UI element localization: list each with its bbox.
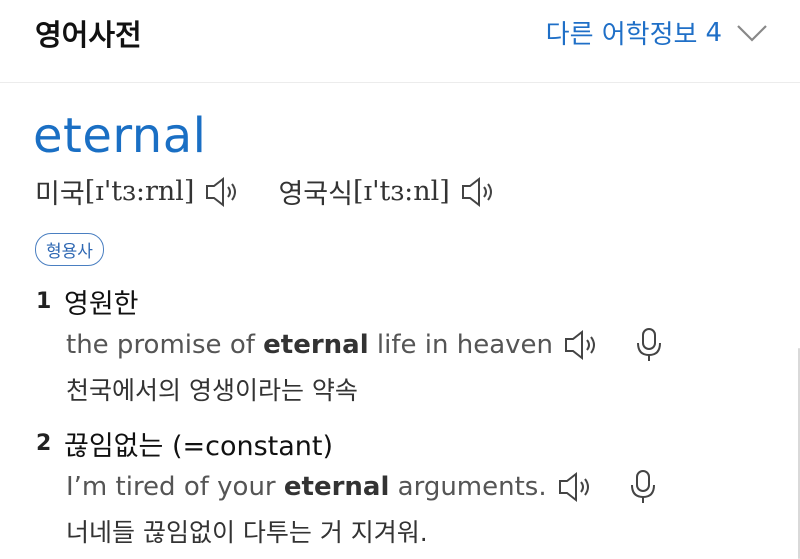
- sense-item: 1 영원한 the promise of eternal life in hea…: [36, 282, 663, 407]
- example-text: the promise of eternal life in heaven: [66, 330, 554, 360]
- other-language-info-label: 다른 어학정보: [545, 20, 698, 50]
- example-text: I’m tired of your eternal arguments.: [66, 472, 547, 502]
- sense-meaning: 끊임없는 (=constant): [64, 431, 334, 462]
- chevron-down-icon: [737, 24, 767, 42]
- sense-meaning: 영원한: [64, 289, 139, 320]
- example-highlight: eternal: [283, 472, 390, 502]
- sense-item: 2 끊임없는 (=constant) I’m tired of your ete…: [36, 424, 657, 549]
- speaker-icon[interactable]: [204, 175, 240, 209]
- sense-number: 2: [36, 431, 52, 456]
- example-sentence: I’m tired of your eternal arguments.: [66, 469, 657, 505]
- other-language-info-dropdown[interactable]: 다른 어학정보 4: [546, 14, 768, 51]
- pronunciation-row: 미국 [ɪ'tɜ:rnl] 영국식 [ɪ'tɜ:nl]: [35, 172, 496, 211]
- pronunciation-us-label: 미국: [35, 179, 85, 210]
- app-header: 영어사전 다른 어학정보 4: [0, 0, 800, 83]
- pronunciation-uk-label: 영국식: [278, 179, 353, 210]
- example-translation: 너네들 끊임없이 다투는 거 지겨워.: [66, 518, 428, 547]
- other-language-info-count: 4: [705, 17, 722, 48]
- pronunciation-uk: 영국식 [ɪ'tɜ:nl]: [278, 172, 495, 211]
- entry-word: eternal: [33, 108, 207, 164]
- pronunciation-us-ipa: [ɪ'tɜ:rnl]: [84, 176, 195, 207]
- sense-head: 1 영원한: [36, 282, 663, 321]
- sense-head: 2 끊임없는 (=constant): [36, 424, 657, 463]
- speaker-icon[interactable]: [460, 175, 496, 209]
- microphone-icon[interactable]: [635, 327, 663, 363]
- example-highlight: eternal: [263, 330, 369, 360]
- microphone-icon[interactable]: [629, 469, 657, 505]
- sense-number: 1: [36, 289, 52, 314]
- speaker-icon[interactable]: [563, 328, 599, 362]
- pronunciation-us: 미국 [ɪ'tɜ:rnl]: [35, 172, 240, 211]
- page-title: 영어사전: [35, 18, 142, 52]
- speaker-icon[interactable]: [557, 470, 593, 504]
- example-translation: 천국에서의 영생이라는 약속: [66, 376, 358, 405]
- part-of-speech-badge: 형용사: [35, 233, 104, 266]
- pronunciation-uk-ipa: [ɪ'tɜ:nl]: [352, 176, 450, 207]
- example-sentence: the promise of eternal life in heaven: [66, 327, 663, 363]
